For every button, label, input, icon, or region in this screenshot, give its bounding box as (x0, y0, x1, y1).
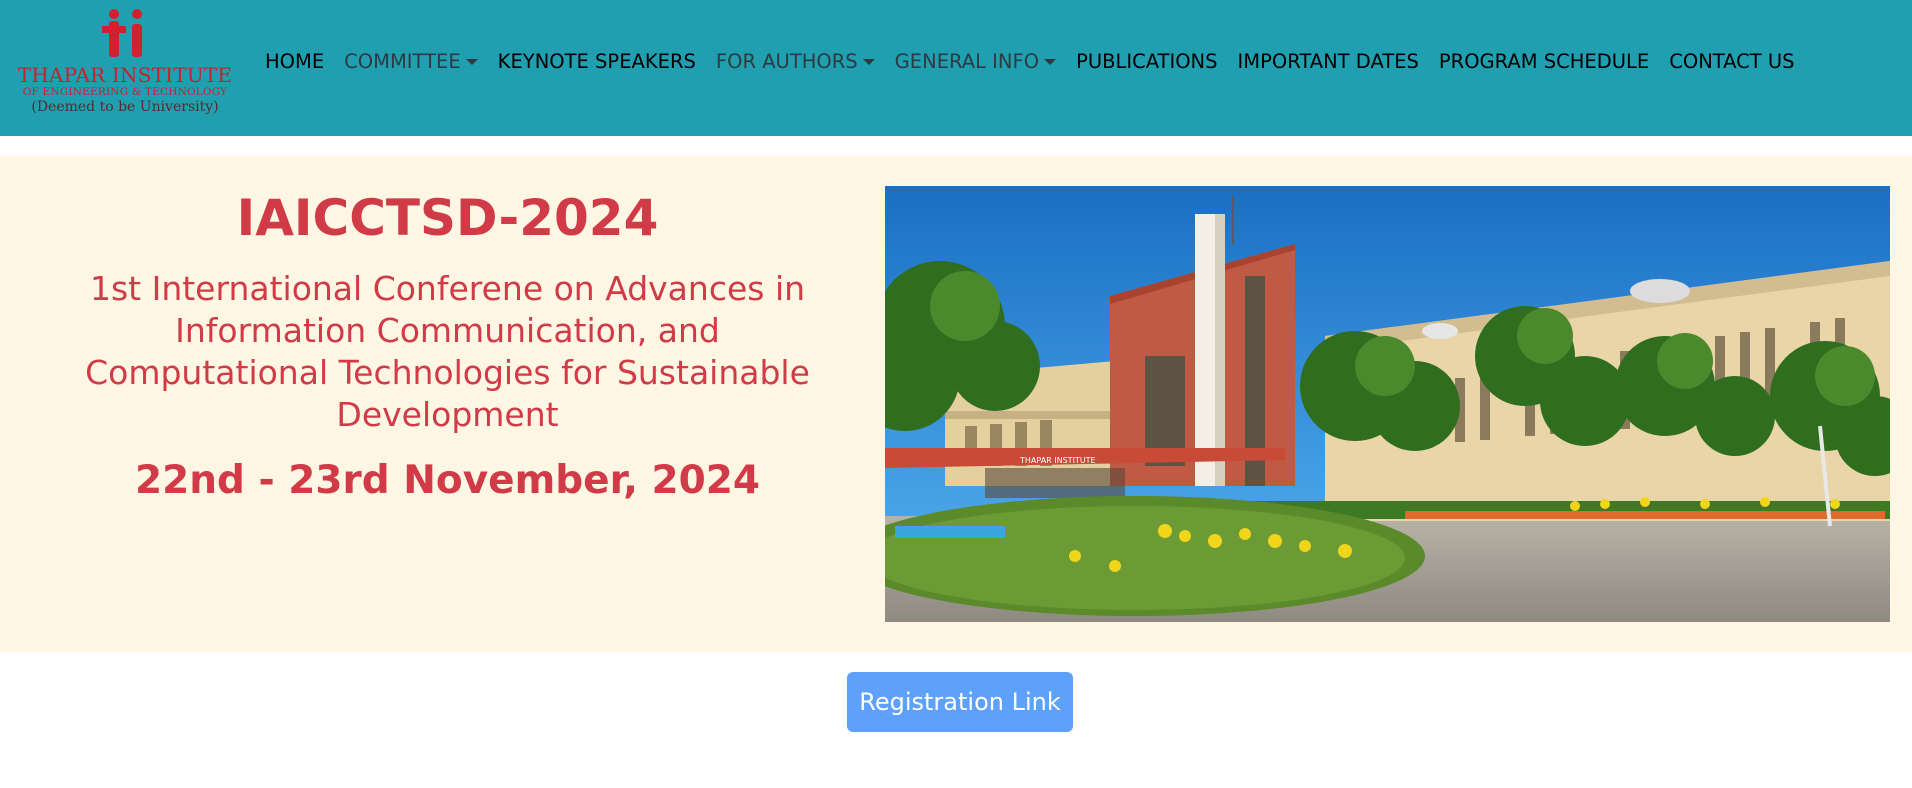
nav-home-label: HOME (265, 50, 325, 73)
nav-committee-label: COMMITTEE (344, 50, 461, 73)
nav-keynote-speakers[interactable]: KEYNOTE SPEAKERS (498, 50, 696, 73)
campus-photo: THAPAR INSTITUTE (885, 186, 1890, 622)
logo-deemed: (Deemed to be University) (31, 99, 219, 115)
ti-logo-mark-icon (102, 9, 142, 57)
nav-important-dates-label: IMPORTANT DATES (1237, 50, 1419, 73)
top-navbar: THAPAR INSTITUTE OF ENGINEERING & TECHNO… (0, 0, 1912, 136)
logo-name: THAPAR INSTITUTE (17, 63, 233, 87)
caret-down-icon (1044, 58, 1057, 65)
conference-dates: 22nd - 23rd November, 2024 (134, 458, 761, 503)
registration-link-button[interactable]: Registration Link (847, 672, 1073, 732)
nav-publications-label: PUBLICATIONS (1076, 50, 1218, 73)
nav-contact-us[interactable]: CONTACT US (1669, 50, 1794, 73)
nav-publications[interactable]: PUBLICATIONS (1076, 50, 1217, 73)
caret-down-icon (862, 58, 875, 65)
building-sign: THAPAR INSTITUTE (1019, 456, 1096, 465)
conference-title: IAICCTSD-2024 (236, 189, 659, 247)
nav-for-authors-label: FOR AUTHORS (715, 50, 858, 73)
nav-for-authors[interactable]: FOR AUTHORS (716, 50, 875, 73)
nav-program-schedule-label: PROGRAM SCHEDULE (1438, 50, 1650, 73)
nav-program-schedule[interactable]: PROGRAM SCHEDULE (1439, 50, 1649, 73)
nav-keynote-label: KEYNOTE SPEAKERS (497, 50, 696, 73)
caret-down-icon (465, 58, 478, 65)
nav-committee[interactable]: COMMITTEE (344, 50, 478, 73)
nav-contact-us-label: CONTACT US (1669, 50, 1795, 73)
conference-full-name: 1st International Conferene on Advances … (85, 269, 810, 434)
campus-building-image: THAPAR INSTITUTE (885, 186, 1890, 622)
main-nav: HOME COMMITTEE KEYNOTE SPEAKERS FOR AUTH… (265, 50, 1815, 73)
logo-subtitle: OF ENGINEERING & TECHNOLOGY (22, 86, 228, 98)
nav-home[interactable]: HOME (265, 50, 324, 73)
hero-text: IAICCTSD-2024 1st International Conferen… (50, 156, 845, 506)
nav-general-info[interactable]: GENERAL INFO (894, 50, 1057, 73)
nav-important-dates[interactable]: IMPORTANT DATES (1238, 50, 1419, 73)
thapar-logo[interactable]: THAPAR INSTITUTE OF ENGINEERING & TECHNO… (12, 8, 238, 126)
hero-banner: IAICCTSD-2024 1st International Conferen… (0, 156, 1912, 652)
nav-general-info-label: GENERAL INFO (894, 50, 1040, 73)
